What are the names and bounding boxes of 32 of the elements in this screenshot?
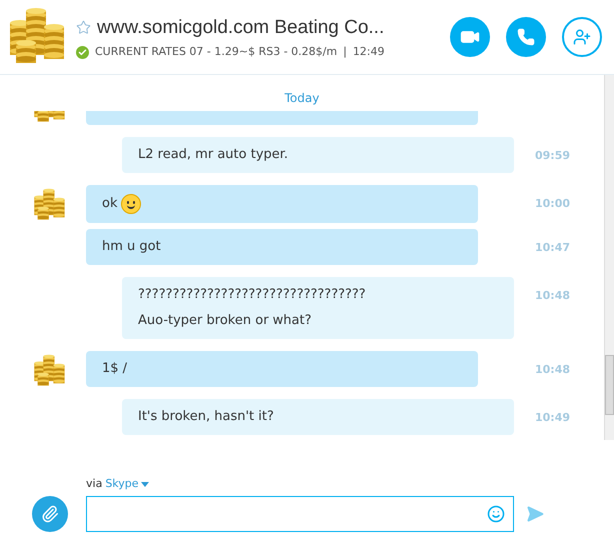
attach-button[interactable] <box>32 496 68 532</box>
message-input-field[interactable] <box>86 496 514 532</box>
message-text: L2 read, mr auto typer. <box>138 146 288 164</box>
separator: | <box>343 44 347 60</box>
add-person-icon <box>573 28 591 46</box>
paperclip-icon <box>41 504 59 522</box>
phone-icon <box>517 28 535 46</box>
message-time: 10:48 <box>535 288 570 304</box>
message-text: hm u got <box>102 238 161 256</box>
add-contact-button[interactable] <box>562 17 602 57</box>
message-time: 10:47 <box>535 240 570 256</box>
call-button[interactable] <box>506 17 546 57</box>
local-time: 12:49 <box>352 44 385 60</box>
message-text: ok <box>102 195 118 213</box>
mood-message: CURRENT RATES 07 - 1.29~$ RS3 - 0.28$/m <box>95 44 338 60</box>
contact-name: www.somicgold.com Beating Co... <box>97 16 384 40</box>
message-text: It's broken, hasn't it? <box>138 408 274 426</box>
favorite-star-icon[interactable] <box>76 20 91 36</box>
message-time: 09:59 <box>535 148 570 164</box>
via-label: via <box>86 476 102 492</box>
emoticon-icon[interactable] <box>487 504 505 522</box>
message-text: Auo-typer broken or what? <box>138 312 312 330</box>
scrollbar[interactable] <box>604 75 614 440</box>
message-time: 10:00 <box>535 196 570 212</box>
message-time: 10:48 <box>535 362 570 378</box>
message-text: 1$ / <box>102 360 128 378</box>
message-time: 10:49 <box>535 410 570 426</box>
date-divider: Today <box>284 90 320 107</box>
service-dropdown[interactable]: Skype <box>105 476 149 492</box>
send-icon[interactable] <box>526 504 544 522</box>
video-call-button[interactable] <box>450 17 490 57</box>
message-text: ????????????????????????????????? <box>138 286 366 304</box>
